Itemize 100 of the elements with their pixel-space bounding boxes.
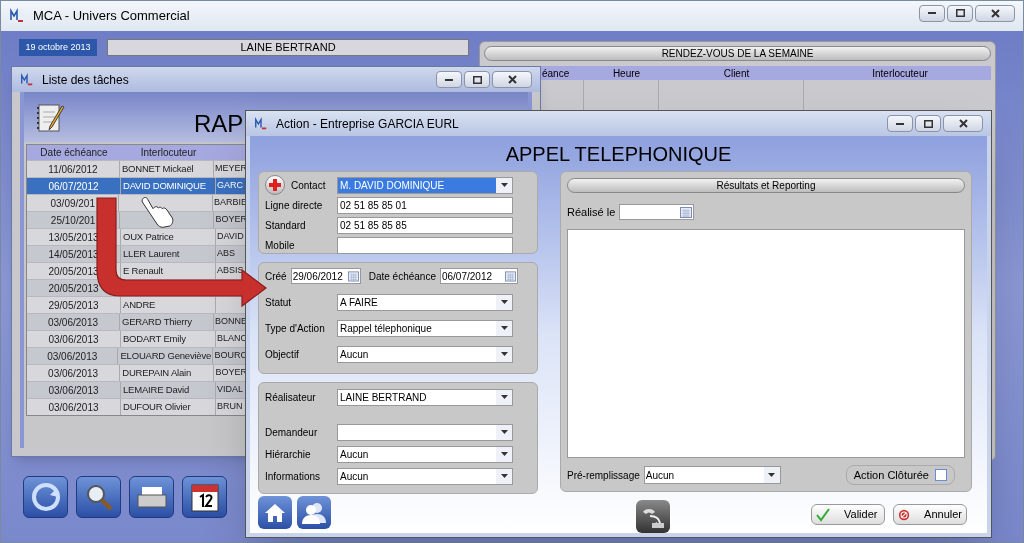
home-icon bbox=[264, 502, 286, 523]
search-button[interactable] bbox=[76, 476, 121, 518]
calendar-icon bbox=[347, 270, 359, 282]
prefill-dropdown[interactable]: Aucun bbox=[643, 466, 781, 484]
dropdown[interactable]: Rappel télephonique bbox=[337, 319, 513, 337]
table-cell-text: 03/06/2013 bbox=[47, 315, 98, 330]
table-cell-text: ELOUARD Geneviève bbox=[120, 348, 212, 363]
field-label: Pré-remplissage bbox=[567, 468, 640, 483]
minimize-icon bbox=[445, 78, 453, 81]
minimize-button[interactable] bbox=[919, 4, 945, 22]
close-button[interactable] bbox=[492, 71, 532, 88]
checkmark-icon bbox=[816, 507, 830, 522]
window-title: Liste des tâches bbox=[42, 71, 129, 89]
dropdown[interactable] bbox=[337, 423, 513, 441]
field-label: Date échéance bbox=[368, 269, 436, 284]
table-cell-text: E Renault bbox=[123, 263, 163, 278]
add-contact-button[interactable] bbox=[265, 175, 285, 195]
table-cell-text: 03/06/2013 bbox=[48, 383, 99, 398]
close-button[interactable] bbox=[943, 115, 983, 132]
table-cell: BONNE bbox=[215, 315, 247, 329]
text-field[interactable] bbox=[337, 237, 513, 254]
refresh-button[interactable] bbox=[23, 476, 68, 518]
table-cell-text: 03/06/2013 bbox=[48, 332, 99, 347]
cancel-button[interactable]: Annuler bbox=[893, 504, 967, 525]
dropdown-caret-icon bbox=[500, 352, 508, 356]
close-icon bbox=[958, 119, 968, 128]
minimize-button[interactable] bbox=[887, 115, 913, 132]
table-cell-text: 20/05/2013 bbox=[48, 281, 99, 296]
notepad-icon bbox=[36, 102, 66, 134]
table-cell-text: DUREPAIN Alain bbox=[122, 365, 192, 380]
maximize-icon bbox=[923, 119, 933, 128]
field-label: Réalisateur bbox=[265, 390, 316, 405]
people-icon bbox=[302, 501, 326, 524]
dropdown-caret-icon bbox=[500, 183, 508, 187]
dropdown[interactable]: A FAIRE bbox=[337, 293, 513, 311]
table-cell-text: LLER Laurent bbox=[123, 246, 180, 261]
dropdown-caret-icon bbox=[500, 430, 508, 434]
new-action-button[interactable] bbox=[636, 500, 670, 533]
table-cell-text: DUFOUR Olivier bbox=[123, 399, 191, 414]
field-label: Créé bbox=[265, 269, 287, 284]
column-header: éance bbox=[542, 66, 570, 81]
column-header: Interlocuteur bbox=[140, 146, 197, 160]
window-title: Action - Entreprise GARCIA EURL bbox=[276, 115, 459, 133]
dropdown[interactable]: M. DAVID DOMINIQUE bbox=[337, 176, 513, 194]
validate-button[interactable]: Valider bbox=[811, 504, 885, 525]
calendar-button[interactable] bbox=[182, 476, 227, 518]
column-header: Date échéance bbox=[40, 146, 108, 160]
table-cell-text: LEMAIRE David bbox=[123, 382, 190, 397]
dropdown[interactable]: Aucun bbox=[337, 445, 513, 463]
table-cell: ABSIS bbox=[217, 264, 244, 278]
dropdown-caret-icon bbox=[500, 326, 508, 330]
field-label: Statut bbox=[265, 295, 292, 310]
app-logo-icon bbox=[20, 72, 34, 87]
dropdown[interactable]: LAINE BERTRAND bbox=[337, 388, 513, 406]
date-field[interactable]: 29/06/2012 bbox=[290, 268, 361, 284]
print-button[interactable] bbox=[129, 476, 174, 518]
maximize-button[interactable] bbox=[947, 4, 973, 22]
checkbox-label: Action Clôturée bbox=[853, 467, 929, 483]
dropdown[interactable]: Aucun bbox=[337, 467, 513, 485]
app-logo-icon bbox=[9, 8, 25, 24]
maximize-button[interactable] bbox=[915, 115, 941, 132]
table-cell-text: 03/09/201 bbox=[50, 196, 95, 211]
field-label: Réalisé le bbox=[567, 205, 616, 220]
field-label: Hiérarchie bbox=[265, 447, 311, 462]
field-label: Ligne directe bbox=[265, 199, 323, 213]
minimize-button[interactable] bbox=[436, 71, 462, 88]
table-cell: VIDAL bbox=[217, 383, 243, 397]
field-label: Mobile bbox=[265, 239, 295, 253]
field-label: Objectif bbox=[265, 347, 299, 362]
column-header: Interlocuteur bbox=[872, 66, 928, 81]
date-field[interactable]: 06/07/2012 bbox=[439, 268, 518, 284]
table-cell: BLANC bbox=[217, 332, 247, 346]
closed-checkbox[interactable] bbox=[935, 469, 947, 481]
table-cell-text: GERARD Thierry bbox=[121, 314, 192, 329]
contacts-button[interactable] bbox=[297, 496, 331, 529]
action-heading: APPEL TELEPHONIQUE bbox=[504, 141, 733, 167]
column-header: Heure bbox=[612, 66, 641, 81]
close-button[interactable] bbox=[975, 4, 1015, 22]
list-heading: RAP bbox=[194, 112, 244, 136]
close-icon bbox=[507, 75, 517, 84]
table-cell-text: DAVID DOMINIQUE bbox=[123, 178, 206, 193]
home-button[interactable] bbox=[258, 496, 292, 529]
calendar-icon bbox=[680, 206, 693, 219]
cancel-icon bbox=[898, 507, 911, 522]
field-label: Demandeur bbox=[265, 425, 318, 440]
dropdown[interactable]: Aucun bbox=[337, 345, 513, 363]
maximize-button[interactable] bbox=[464, 71, 490, 88]
table-cell: GARC bbox=[217, 179, 243, 193]
field-label: Informations bbox=[265, 469, 321, 484]
table-cell: BRUN bbox=[217, 400, 243, 414]
date-field[interactable] bbox=[619, 204, 695, 221]
table-cell: BARBIE bbox=[214, 196, 247, 210]
app-logo-icon bbox=[254, 116, 268, 131]
dropdown-caret-icon bbox=[500, 474, 508, 478]
text-field[interactable]: 02 51 85 85 85 bbox=[337, 217, 513, 234]
field-label: Standard bbox=[265, 219, 306, 233]
user-name-bar: LAINE BERTRAND bbox=[107, 39, 469, 56]
table-cell-text: 03/06/2013 bbox=[48, 366, 99, 381]
text-field[interactable]: 02 51 85 85 01 bbox=[337, 197, 513, 214]
table-cell-text: 03/06/2013 bbox=[48, 400, 99, 415]
